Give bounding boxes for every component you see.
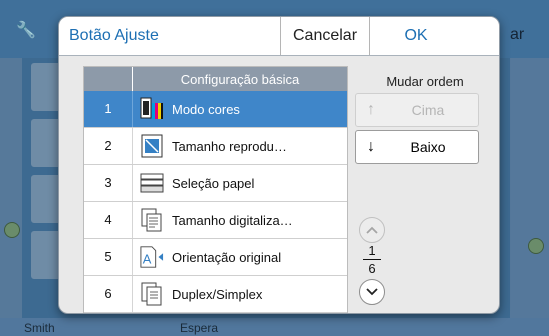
background-header-text: ar (510, 26, 525, 43)
row-number: 3 (84, 165, 133, 201)
background-right-rail (510, 58, 549, 336)
chevron-down-icon (366, 288, 378, 296)
original-orientation-icon: A (140, 244, 164, 270)
move-down-label: Baixo (410, 139, 446, 155)
arrow-down-icon: ↓ (367, 138, 375, 155)
move-up-button[interactable]: ↑ Cima (355, 93, 479, 127)
dialog-titlebar: Botão Ajuste Cancelar OK (59, 17, 499, 56)
list-item[interactable]: 2 Tamanho reprodu… (84, 128, 347, 165)
ok-button[interactable]: OK (369, 17, 462, 55)
dialog-title: Botão Ajuste (69, 27, 159, 44)
list-header: Configuração básica (84, 67, 347, 91)
status-bar: Smith Espera (0, 318, 549, 336)
row-label: Tamanho reprodu… (172, 138, 287, 154)
row-number: 5 (84, 239, 133, 275)
svg-text:A: A (143, 251, 152, 266)
current-page: 1 (368, 243, 376, 258)
row-number: 1 (84, 91, 133, 127)
user-name: Smith (24, 321, 55, 335)
page-down-button[interactable] (359, 279, 385, 305)
status-text: Espera (180, 321, 219, 335)
page-divider (363, 259, 381, 260)
row-label: Modo cores (172, 101, 240, 117)
row-number: 2 (84, 128, 133, 164)
change-order-label: Mudar ordem (386, 74, 464, 89)
arrow-up-icon: ↑ (367, 101, 375, 118)
move-down-button[interactable]: ↓ Baixo (355, 130, 479, 164)
settings-list: Configuração básica 1 Modo cores 2 Taman… (83, 66, 348, 313)
page-up-button[interactable] (359, 217, 385, 243)
row-label: Tamanho digitaliza… (172, 212, 293, 228)
row-number: 4 (84, 202, 133, 238)
list-header-label: Configuração básica (180, 71, 300, 87)
button-setting-dialog: Botão Ajuste Cancelar OK Configuração bá… (58, 16, 500, 314)
list-item[interactable]: 5 A Orientação original (84, 239, 347, 276)
list-item[interactable]: 3 Seleção papel (84, 165, 347, 202)
background-left-rail (0, 58, 22, 336)
list-item[interactable]: 4 Tamanho digitaliza… (84, 202, 347, 239)
check-icon (4, 222, 20, 238)
page-indicator: 1 6 (361, 243, 383, 276)
duplex-icon (140, 281, 164, 307)
row-label: Duplex/Simplex (172, 286, 263, 302)
check-icon (528, 238, 544, 254)
cancel-button[interactable]: Cancelar (280, 17, 369, 55)
move-up-label: Cima (411, 102, 445, 118)
color-mode-icon (140, 96, 164, 122)
scan-size-icon (140, 207, 164, 233)
list-item[interactable]: 6 Duplex/Simplex (84, 276, 347, 313)
wrench-icon: 🔧 (16, 22, 36, 39)
row-number: 6 (84, 276, 133, 312)
paper-tray-icon (140, 170, 164, 196)
total-pages: 6 (368, 261, 376, 276)
list-header-number-col (84, 67, 133, 91)
row-label: Orientação original (172, 249, 282, 265)
list-item[interactable]: 1 Modo cores (84, 91, 347, 128)
row-label: Seleção papel (172, 175, 255, 191)
chevron-up-icon (366, 226, 378, 234)
reproduction-size-icon (140, 133, 164, 159)
